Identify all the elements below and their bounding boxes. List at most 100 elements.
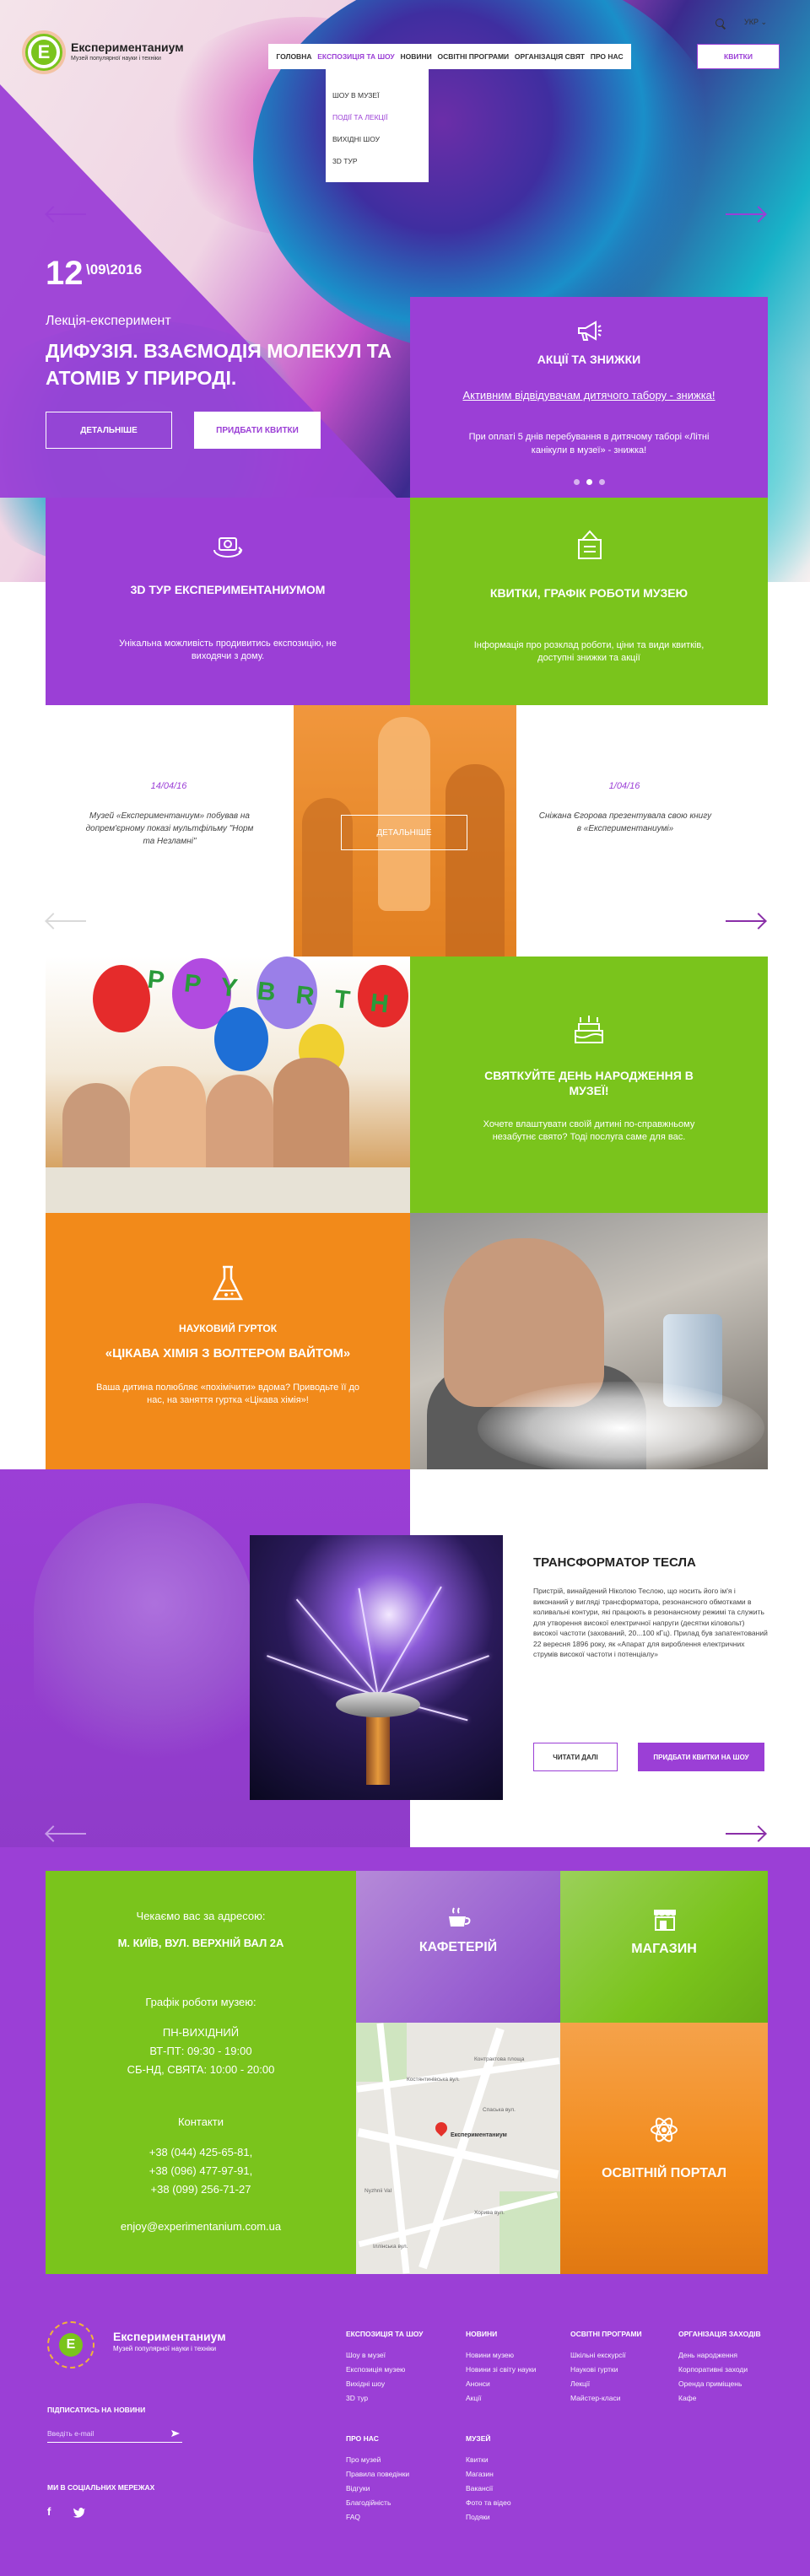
logo-icon[interactable]: E [25, 34, 62, 71]
tour-title: 3D тур Експериментаниумом [130, 583, 326, 596]
email-link[interactable]: enjoy@experimentanium.com.ua [46, 2220, 356, 2233]
logo-subtitle: Музей популярної науки і техніки [71, 56, 161, 62]
footer-link[interactable]: Квитки [466, 2453, 511, 2467]
promo-link[interactable]: Активним відвідувачам дитячого табору - … [461, 388, 717, 403]
footer-link[interactable]: Подяки [466, 2510, 511, 2525]
footer-link[interactable]: Лекції [570, 2377, 642, 2391]
event-title: Дифузія. Взаємодія молекул та атомів у п… [46, 340, 392, 389]
nav-item-exposition[interactable]: Експозиція та шоу [317, 52, 394, 61]
nav-item-home[interactable]: Головна [276, 52, 311, 61]
footer-link[interactable]: Оренда приміщень [678, 2377, 761, 2391]
send-icon[interactable] [170, 2429, 181, 2438]
news-text[interactable]: Сніжана Єгорова презентувала свою книгу … [537, 810, 714, 835]
footer-link[interactable]: Правила поведінки [346, 2467, 409, 2482]
footer-link[interactable]: День народження [678, 2348, 761, 2363]
nav-item-news[interactable]: Новини [400, 52, 431, 61]
chemistry-tile[interactable]: Науковий гурток «Цікава хімія з Волтером… [46, 1213, 410, 1469]
tickets-tile[interactable]: Квитки, графік роботи музею Інформація п… [410, 498, 768, 705]
footer-link[interactable]: Новини зі світу науки [466, 2363, 536, 2377]
footer-link[interactable]: Вакансії [466, 2482, 511, 2496]
map-pin-icon[interactable] [433, 2120, 450, 2137]
footer-link[interactable]: Наукові гуртки [570, 2363, 642, 2377]
search-icon[interactable] [716, 19, 724, 27]
subscribe-title: Підписатись на новини [47, 2406, 146, 2414]
facebook-icon[interactable]: f [47, 2505, 51, 2518]
tour-tile[interactable]: 3D тур Експериментаниумом Унікальна можл… [46, 498, 410, 705]
news-details-button[interactable]: Детальніше [341, 815, 467, 850]
map-street-label: Хорива вул. [474, 2210, 505, 2216]
tesla-buy-tickets-button[interactable]: Придбати квитки на шоу [638, 1743, 764, 1771]
shop-icon [654, 1910, 676, 1931]
subscribe-email-input[interactable]: Введіть e-mail [47, 2424, 182, 2443]
pagination-dot[interactable] [573, 479, 580, 485]
phone[interactable]: +38 (044) 425-65-81, [46, 2146, 356, 2158]
hours-line: ВТ-ПТ: 09:30 - 19:00 [149, 2045, 252, 2057]
news-text[interactable]: Музей «Експериментаниум» побував на допр… [81, 810, 258, 848]
pagination-dot-active[interactable] [586, 479, 592, 485]
footer-link[interactable]: Вихідні шоу [346, 2377, 423, 2391]
footer-link[interactable]: FAQ [346, 2510, 409, 2525]
tour-text: Унікальна можливість продивитись експози… [119, 639, 337, 661]
nav-item-events[interactable]: Організація свят [515, 52, 585, 61]
atom-icon [651, 2117, 678, 2142]
map-street-label: Костянтинівська вул. [407, 2077, 460, 2083]
footer-column: Освітні програми Шкільні екскурсії Науко… [570, 2330, 642, 2406]
event-date-day: 12 [46, 255, 84, 292]
dropdown-item-weekend-shows[interactable]: Вихідні шоу [326, 128, 429, 150]
nav-item-education[interactable]: Освітні програми [438, 52, 510, 61]
footer-link[interactable]: Благодійність [346, 2496, 409, 2510]
dropdown-item-shows[interactable]: Шоу в музеї [326, 84, 429, 106]
twitter-icon[interactable] [73, 2507, 86, 2518]
footer-link[interactable]: Новини музею [466, 2348, 536, 2363]
footer-link[interactable]: Шкільні екскурсії [570, 2348, 642, 2363]
footer-link[interactable]: Майстер-класи [570, 2391, 642, 2406]
dropdown-item-3d-tour[interactable]: 3D тур [326, 150, 429, 172]
education-portal-tile[interactable]: Освітній портал [560, 2023, 768, 2274]
news-next-arrow-icon[interactable] [726, 913, 767, 930]
tesla-read-more-button[interactable]: Читати далі [533, 1743, 618, 1771]
pagination-dot[interactable] [598, 479, 605, 485]
tesla-next-arrow-icon[interactable] [726, 1825, 767, 1842]
phone[interactable]: +38 (096) 477-97-91, [46, 2164, 356, 2177]
news-date: 1/04/16 [608, 781, 640, 791]
nav-item-about[interactable]: Про нас [591, 52, 624, 61]
footer-link[interactable]: Про музей [346, 2453, 409, 2467]
hero-next-arrow-icon[interactable] [726, 206, 767, 223]
megaphone-icon [578, 321, 602, 341]
footer-logo-name[interactable]: Експериментаниум [113, 2330, 226, 2343]
location-map[interactable]: Контрактова площа Костянтинівська вул. С… [356, 2023, 560, 2274]
footer-link[interactable]: Кафе [678, 2391, 761, 2406]
footer-logo-subtitle: Музей популярної науки і техніки [113, 2345, 217, 2352]
footer-link[interactable]: Магазин [466, 2467, 511, 2482]
tickets-button[interactable]: Квитки [697, 44, 780, 69]
footer-column: Музей Квитки Магазин Вакансії Фото та ві… [466, 2434, 511, 2525]
footer-link[interactable]: Фото та відео [466, 2496, 511, 2510]
flask-icon [212, 1265, 244, 1301]
shop-tile[interactable]: Магазин [560, 1871, 768, 2023]
tesla-prev-arrow-icon[interactable] [45, 1825, 86, 1842]
event-details-button[interactable]: Детальніше [46, 412, 172, 449]
birthday-tile[interactable]: Святкуйте день народження в музеї! Хочет… [410, 957, 768, 1213]
cafe-label: Кафетерій [418, 1940, 498, 1954]
dropdown-item-lectures[interactable]: Події та лекції [326, 106, 429, 128]
phone[interactable]: +38 (099) 256-71-27 [46, 2183, 356, 2196]
birthday-text: Хочете влаштувати своїй дитині по-справж… [483, 1119, 695, 1142]
footer-link[interactable]: Акції [466, 2391, 536, 2406]
cafe-tile[interactable]: Кафетерій [356, 1871, 560, 2023]
hero-prev-arrow-icon[interactable] [45, 206, 86, 223]
footer-link[interactable]: Корпоративні заходи [678, 2363, 761, 2377]
3d-camera-icon [213, 537, 243, 558]
footer-link[interactable]: Анонси [466, 2377, 536, 2391]
language-selector[interactable]: УКР ⌄ [744, 18, 767, 27]
logo-name[interactable]: Експериментаниум [71, 40, 184, 54]
chemistry-title: «Цікава хімія з Волтером Вайтом» [105, 1346, 351, 1361]
footer-link[interactable]: Відгуки [346, 2482, 409, 2496]
footer-link[interactable]: Шоу в музеї [346, 2348, 423, 2363]
footer-logo-icon[interactable]: E [47, 2321, 94, 2369]
news-prev-arrow-icon[interactable] [45, 913, 86, 930]
birthday-photo: P P Y B R T H [46, 957, 410, 1213]
map-street-label: Nyzhnii Val [364, 2188, 392, 2194]
footer-link[interactable]: 3D тур [346, 2391, 423, 2406]
event-buy-tickets-button[interactable]: Придбати квитки [194, 412, 321, 449]
footer-link[interactable]: Експозиція музею [346, 2363, 423, 2377]
